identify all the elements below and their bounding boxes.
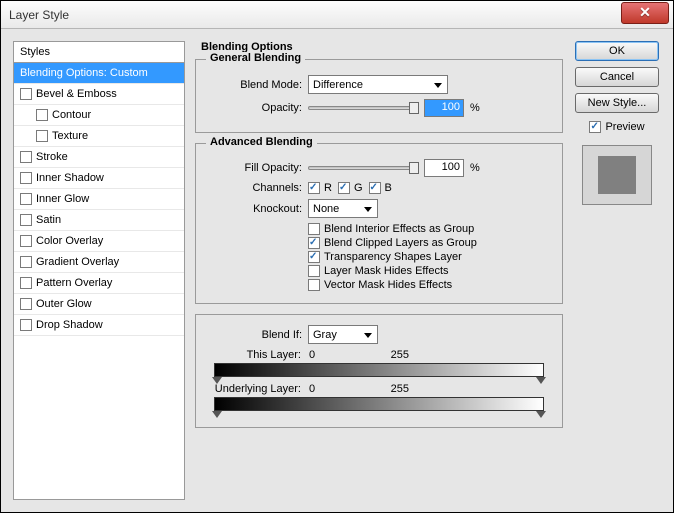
style-row[interactable]: Drop Shadow [14, 315, 184, 336]
style-checkbox[interactable] [20, 172, 32, 184]
titlebar: Layer Style ✕ [1, 1, 673, 29]
style-row[interactable]: Stroke [14, 147, 184, 168]
blend-if-group: Blend If: Gray This Layer: 0 255 Underly… [195, 314, 563, 428]
preview-checkbox[interactable] [589, 121, 601, 133]
style-checkbox[interactable] [20, 256, 32, 268]
actions-panel: OK Cancel New Style... Preview [573, 41, 661, 500]
preview-label: Preview [605, 121, 644, 133]
underlying-layer-slider[interactable] [214, 397, 544, 411]
window-title: Layer Style [5, 8, 621, 22]
style-row[interactable]: Satin [14, 210, 184, 231]
style-label: Drop Shadow [36, 319, 103, 331]
style-checkbox[interactable] [20, 277, 32, 289]
layer-mask-hides-checkbox[interactable] [308, 265, 320, 277]
style-label: Pattern Overlay [36, 277, 112, 289]
opacity-input[interactable]: 100 [424, 99, 464, 117]
style-label: Inner Glow [36, 193, 89, 205]
styles-panel: Styles Blending Options: Custom Bevel & E… [13, 41, 185, 500]
style-checkbox[interactable] [20, 88, 32, 100]
style-label: Outer Glow [36, 298, 92, 310]
style-checkbox[interactable] [20, 319, 32, 331]
general-blending-group: General Blending Blend Mode: Difference … [195, 59, 563, 133]
preview-swatch [598, 156, 636, 194]
style-row[interactable]: Color Overlay [14, 231, 184, 252]
opacity-slider[interactable] [308, 106, 418, 110]
channel-g-checkbox[interactable] [338, 182, 350, 194]
style-label: Satin [36, 214, 61, 226]
style-row[interactable]: Texture [14, 126, 184, 147]
options-panel: Blending Options General Blending Blend … [195, 41, 563, 500]
channel-b-checkbox[interactable] [369, 182, 381, 194]
blend-mode-select[interactable]: Difference [308, 75, 448, 94]
channels-label: Channels: [206, 182, 302, 194]
this-layer-hi: 255 [349, 349, 409, 361]
advanced-legend: Advanced Blending [206, 136, 317, 148]
style-row[interactable]: Contour [14, 105, 184, 126]
vector-mask-hides-checkbox[interactable] [308, 279, 320, 291]
preview-swatch-frame [582, 145, 652, 205]
style-label: Blending Options: Custom [20, 67, 148, 79]
underlying-layer-label: Underlying Layer: [214, 383, 309, 395]
blend-if-label: Blend If: [206, 329, 302, 341]
style-label: Contour [52, 109, 91, 121]
style-checkbox[interactable] [20, 193, 32, 205]
blend-if-select[interactable]: Gray [308, 325, 378, 344]
knockout-label: Knockout: [206, 203, 302, 215]
close-button[interactable]: ✕ [621, 2, 669, 24]
layer-style-dialog: Layer Style ✕ Styles Blending Options: C… [0, 0, 674, 513]
style-row[interactable]: Inner Shadow [14, 168, 184, 189]
blend-clipped-checkbox[interactable] [308, 237, 320, 249]
fill-opacity-input[interactable]: 100 [424, 159, 464, 177]
this-layer-label: This Layer: [214, 349, 309, 361]
cancel-button[interactable]: Cancel [575, 67, 659, 87]
style-row[interactable]: Blending Options: Custom [14, 63, 184, 84]
transparency-shapes-checkbox[interactable] [308, 251, 320, 263]
style-checkbox[interactable] [20, 214, 32, 226]
style-row[interactable]: Pattern Overlay [14, 273, 184, 294]
advanced-blending-group: Advanced Blending Fill Opacity: 100 % Ch… [195, 143, 563, 304]
style-row[interactable]: Outer Glow [14, 294, 184, 315]
style-label: Bevel & Emboss [36, 88, 117, 100]
blend-mode-label: Blend Mode: [206, 79, 302, 91]
channel-r-checkbox[interactable] [308, 182, 320, 194]
style-row[interactable]: Gradient Overlay [14, 252, 184, 273]
style-checkbox[interactable] [20, 151, 32, 163]
style-row[interactable]: Inner Glow [14, 189, 184, 210]
style-label: Stroke [36, 151, 68, 163]
new-style-button[interactable]: New Style... [575, 93, 659, 113]
style-checkbox[interactable] [36, 130, 48, 142]
styles-list: Blending Options: Custom Bevel & Emboss Co… [13, 62, 185, 500]
fill-opacity-label: Fill Opacity: [206, 162, 302, 174]
general-legend: General Blending [206, 52, 305, 64]
style-checkbox[interactable] [36, 109, 48, 121]
this-layer-slider[interactable] [214, 363, 544, 377]
style-label: Inner Shadow [36, 172, 104, 184]
underlying-lo: 0 [309, 383, 349, 395]
percent-label: % [470, 162, 480, 174]
ok-button[interactable]: OK [575, 41, 659, 61]
this-layer-lo: 0 [309, 349, 349, 361]
fill-opacity-slider[interactable] [308, 166, 418, 170]
blend-interior-checkbox[interactable] [308, 223, 320, 235]
style-label: Color Overlay [36, 235, 103, 247]
style-checkbox[interactable] [20, 235, 32, 247]
underlying-hi: 255 [349, 383, 409, 395]
percent-label: % [470, 102, 480, 114]
style-row[interactable]: Bevel & Emboss [14, 84, 184, 105]
opacity-label: Opacity: [206, 102, 302, 114]
styles-header[interactable]: Styles [13, 41, 185, 62]
knockout-select[interactable]: None [308, 199, 378, 218]
style-checkbox[interactable] [20, 298, 32, 310]
style-label: Gradient Overlay [36, 256, 119, 268]
style-label: Texture [52, 130, 88, 142]
dialog-body: Styles Blending Options: Custom Bevel & E… [1, 29, 673, 512]
